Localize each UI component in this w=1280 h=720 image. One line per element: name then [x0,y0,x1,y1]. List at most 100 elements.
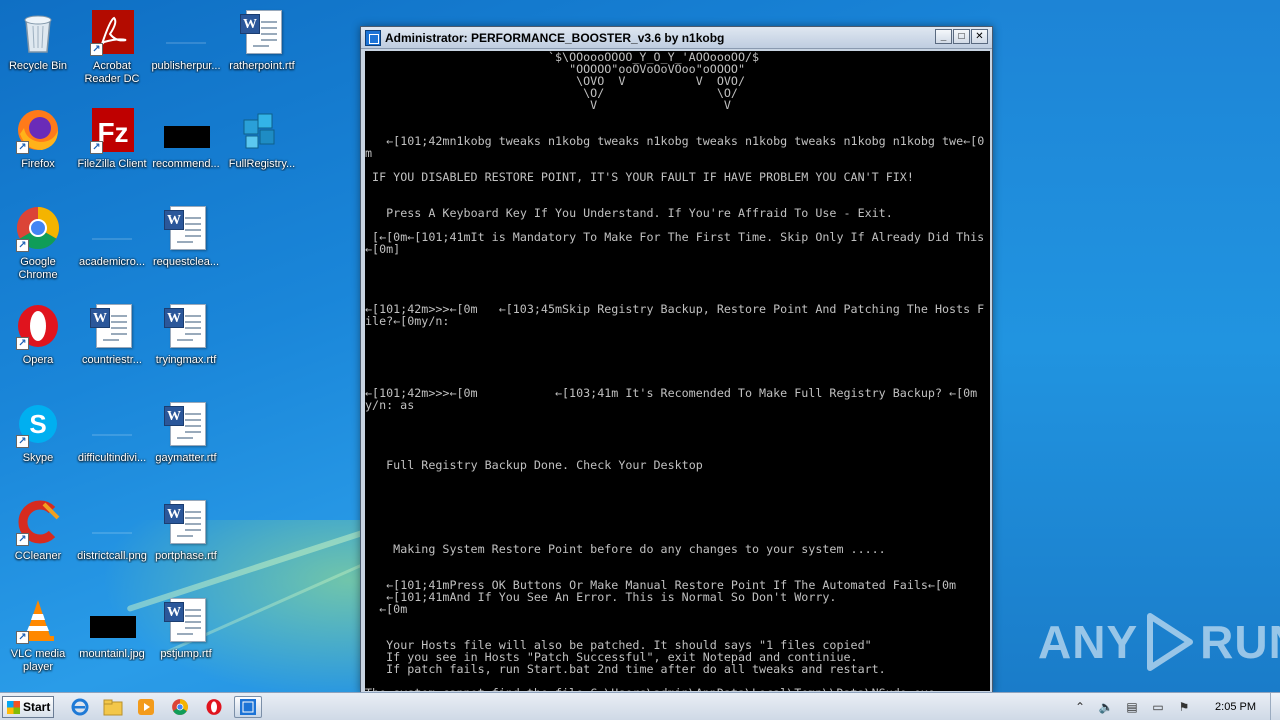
desktop-icon-tryingmax[interactable]: W tryingmax.rtf [148,302,224,367]
desktop-icon-filezilla[interactable]: Fz ↗ FileZilla Client [74,106,150,171]
desktop-icon-label: Firefox [21,158,55,170]
desktop-icon-fullregistry[interactable]: FullRegistry... [224,106,300,171]
skype-icon: S ↗ [14,400,62,448]
system-tray: ⌃ 🔈 ▤ ▭ ⚑ 2:05 PM [1067,693,1280,720]
shortcut-arrow-icon: ↗ [16,141,29,154]
word-document-icon: W [238,8,286,56]
opera-icon [206,699,222,715]
window-title: Administrator: PERFORMANCE_BOOSTER_v3.6 … [385,31,725,45]
desktop-icon-label: portphase.rtf [155,550,217,562]
action-center-flag-icon[interactable]: ⚑ [1176,699,1192,715]
desktop-icon-recycle-bin[interactable]: Recycle Bin [0,8,76,73]
shortcut-arrow-icon: ↗ [90,43,103,56]
shortcut-arrow-icon: ↗ [16,533,29,546]
show-desktop-button[interactable] [1270,693,1280,720]
window-titlebar[interactable]: Administrator: PERFORMANCE_BOOSTER_v3.6 … [361,27,992,49]
image-file-icon [88,596,136,644]
recycle-bin-icon [14,8,62,56]
close-button[interactable]: ✕ [971,29,988,44]
desktop-icon-label: requestclea... [152,256,220,268]
play-icon [1147,613,1194,671]
desktop-icon-recommend[interactable]: recommend... [148,106,224,171]
desktop-icon-publisherpur[interactable]: publisherpur... [148,8,224,73]
anyrun-watermark: ANY RUN [1038,612,1280,672]
watermark-text-left: ANY [1038,616,1139,668]
console-text: `$\OOoooOOOO_Y_O_Y_'AOOoooOO/$ "OOOOO"oo… [365,51,985,691]
taskbar: Start ⌃ 🔈 ▤ ▭ ⚑ 2:05 PM [0,692,1280,720]
taskbar-clock[interactable]: 2:05 PM [1215,701,1256,713]
desktop-icon-ratherpoint[interactable]: W ratherpoint.rtf [224,8,300,73]
wallpaper-right [990,0,1280,692]
shortcut-arrow-icon: ↗ [16,631,29,644]
show-hidden-icons-chevron-icon[interactable]: ⌃ [1072,699,1088,715]
desktop-icon-vlc[interactable]: ↗ VLC media player [0,596,76,674]
blank-file-icon [88,400,136,448]
desktop-icon-label: VLC media player [10,648,66,673]
taskbar-explorer[interactable] [99,696,127,718]
desktop-icon-label: gaymatter.rtf [155,452,217,464]
desktop-icon-pstjump[interactable]: W pstjump.rtf [148,596,224,661]
folder-icon [103,699,123,716]
network-icon[interactable]: ▤ [1124,699,1140,715]
desktop-icon-mountainl[interactable]: mountainl.jpg [74,596,150,661]
desktop-icon-label: mountainl.jpg [79,648,145,660]
ccleaner-icon: ↗ [14,498,62,546]
desktop-icon-gaymatter[interactable]: W gaymatter.rtf [148,400,224,465]
minimize-button[interactable]: _ [935,29,952,44]
taskbar-media-player[interactable] [132,696,160,718]
desktop-icon-acrobat[interactable]: ↗ Acrobat Reader DC [74,8,150,86]
desktop-icon-districtcall[interactable]: districtcall.png [74,498,150,563]
console-output[interactable]: `$\OOoooOOOO_Y_O_Y_'AOOoooOO/$ "OOOOO"oo… [365,51,990,691]
word-document-icon: W [162,204,210,252]
taskbar-opera[interactable] [200,696,228,718]
word-document-icon: W [162,498,210,546]
blank-file-icon [162,8,210,56]
volume-icon[interactable]: 🔈 [1098,699,1114,715]
desktop-icon-label: countriestr... [82,354,142,366]
word-document-icon: W [162,400,210,448]
desktop-icon-portphase[interactable]: W portphase.rtf [148,498,224,563]
desktop-icon-ccleaner[interactable]: ↗ CCleaner [0,498,76,563]
vlc-cone-icon: ↗ [14,596,62,644]
desktop-icon-label: FullRegistry... [228,158,296,170]
desktop-icon-label: recommend... [152,158,220,170]
shortcut-arrow-icon: ↗ [90,141,103,154]
watermark-text-right: RUN [1200,616,1280,668]
media-player-icon [138,699,154,715]
battery-icon[interactable]: ▭ [1150,699,1166,715]
blank-file-icon [88,204,136,252]
desktop-icon-skype[interactable]: S ↗ Skype [0,400,76,465]
window-controls: _ □ ✕ [935,29,988,44]
desktop-icon-label: Opera [22,354,54,366]
desktop-icon-label: academicro... [78,256,146,268]
filezilla-icon: Fz ↗ [88,106,136,154]
start-button[interactable]: Start [2,696,54,718]
desktop-icon-countriestr[interactable]: W countriestr... [74,302,150,367]
taskbar-ie[interactable] [66,696,94,718]
maximize-button[interactable]: □ [953,29,970,44]
windows-logo-icon [7,701,20,714]
chrome-icon: ↗ [14,204,62,252]
desktop-icon-difficultindivi[interactable]: difficultindivi... [74,400,150,465]
opera-icon: ↗ [14,302,62,350]
desktop-icon-label: publisherpur... [151,60,221,72]
desktop-icon-label: districtcall.png [77,550,147,562]
taskbar-chrome[interactable] [166,696,194,718]
desktop-icon-firefox[interactable]: ↗ Firefox [0,106,76,171]
console-app-icon [365,30,381,46]
shortcut-arrow-icon: ↗ [16,435,29,448]
console-app-icon [240,699,256,715]
internet-explorer-icon [71,698,89,716]
desktop-icon-requestclea[interactable]: W requestclea... [148,204,224,269]
desktop-icon-label: Acrobat Reader DC [84,60,140,85]
desktop-icon-opera[interactable]: ↗ Opera [0,302,76,367]
taskbar-console-active[interactable] [234,696,262,718]
desktop-icon-label: Skype [22,452,54,464]
image-file-icon [162,106,210,154]
desktop-icon-label: tryingmax.rtf [155,354,217,366]
word-document-icon: W [162,302,210,350]
shortcut-arrow-icon: ↗ [16,337,29,350]
console-window[interactable]: Administrator: PERFORMANCE_BOOSTER_v3.6 … [360,26,993,694]
desktop-icon-academicro[interactable]: academicro... [74,204,150,269]
desktop-icon-google-chrome[interactable]: ↗ Google Chrome [0,204,76,282]
